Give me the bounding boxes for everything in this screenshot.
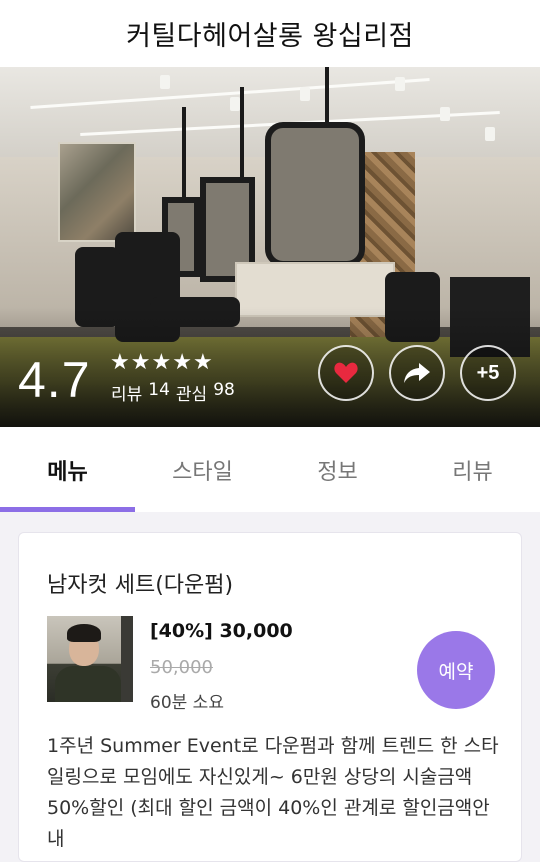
interest-label: 관심	[175, 385, 208, 405]
share-icon	[404, 363, 430, 383]
interest-count: 98	[213, 380, 235, 400]
menu-item-title: 남자컷 세트(다운펌)	[47, 573, 234, 598]
mirror	[265, 122, 365, 267]
heart-icon	[334, 362, 358, 383]
app-header: 커틸다헤어살롱 왕십리점	[0, 0, 540, 67]
star-icon: ★	[130, 350, 151, 375]
book-button[interactable]: 예약	[417, 631, 495, 709]
more-photos-button[interactable]: +5	[460, 345, 516, 401]
tab-style[interactable]: 스타일	[135, 427, 270, 512]
like-button[interactable]	[318, 345, 374, 401]
original-price: 50,000	[150, 657, 213, 678]
rating-stars: ★ ★ ★ ★ ★	[110, 352, 213, 374]
star-icon: ★	[110, 350, 130, 375]
tab-bar: 메뉴 스타일 정보 리뷰	[0, 427, 540, 512]
menu-item-thumbnail	[47, 616, 133, 702]
menu-item-card[interactable]: 남자컷 세트(다운펌) [40%] 30,000 50,000 60분 소요 예…	[18, 532, 522, 862]
page-title: 커틸다헤어살롱 왕십리점	[126, 21, 414, 52]
tab-review[interactable]: 리뷰	[405, 427, 540, 512]
salon-hero-image: 4.7 ★ ★ ★ ★ ★ 리뷰 14 관심 98 +5	[0, 67, 540, 427]
share-button[interactable]	[389, 345, 445, 401]
discount-price: [40%] 30,000	[150, 620, 293, 642]
rating-value: 4.7	[18, 352, 91, 408]
menu-item-description: 1주년 Summer Event로 다운펌과 함께 트렌드 한 스타일링으로 모…	[47, 735, 499, 850]
tab-menu[interactable]: 메뉴	[0, 427, 135, 512]
rating-meta: 리뷰 14 관심 98	[111, 380, 235, 405]
review-count: 14	[148, 380, 170, 400]
review-label: 리뷰	[111, 385, 143, 405]
star-icon: ★	[151, 350, 172, 375]
wall-painting	[58, 142, 136, 242]
star-icon: ★	[192, 350, 213, 375]
star-icon: ★	[172, 350, 192, 375]
service-duration: 60분 소요	[150, 693, 224, 713]
tab-info[interactable]: 정보	[270, 427, 405, 512]
